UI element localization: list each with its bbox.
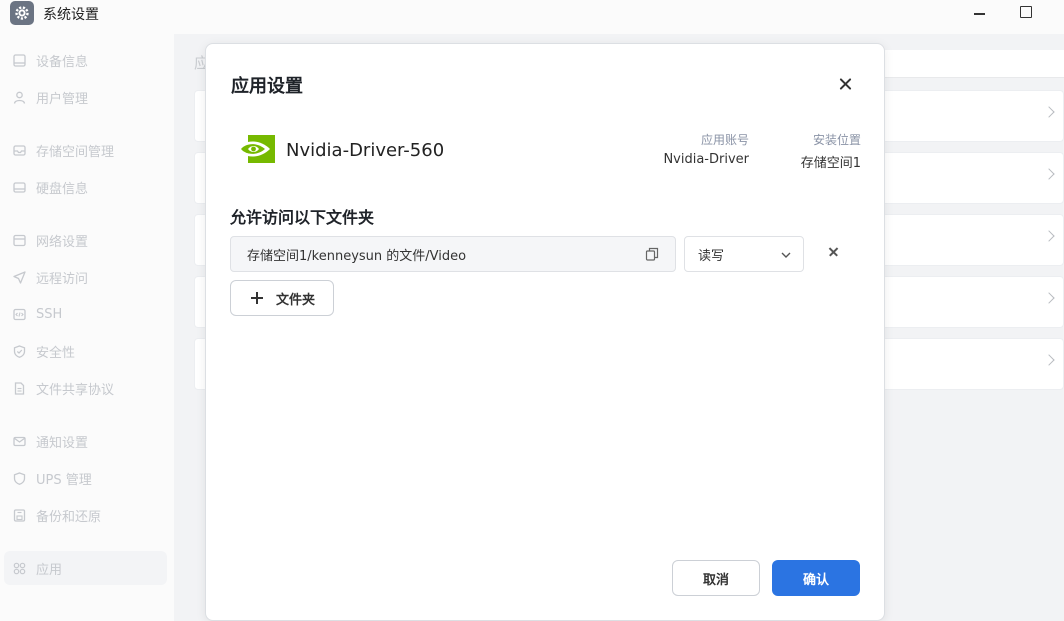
copy-icon[interactable] [645, 247, 659, 261]
folders-section-title: 允许访问以下文件夹 [230, 208, 375, 227]
sidebar-item-label: 设备信息 [36, 54, 89, 70]
cancel-button[interactable]: 取消 [672, 560, 760, 596]
device-info-icon [12, 53, 26, 67]
backup-icon [12, 508, 26, 522]
shield-icon [12, 344, 26, 358]
dialog-title: 应用设置 [231, 76, 303, 97]
sidebar-item-label: 硬盘信息 [36, 181, 89, 197]
confirm-button[interactable]: 确认 [772, 560, 860, 596]
send-icon [12, 270, 26, 284]
location-value: 存储空间1 [800, 156, 861, 171]
sidebar-item-label: 文件共享协议 [36, 382, 115, 398]
sidebar-item-remote-access[interactable]: 远程访问 [4, 260, 167, 294]
permission-select[interactable]: 读写 [684, 236, 804, 272]
location-label: 安装位置 [812, 133, 861, 147]
storage-icon [12, 143, 26, 157]
sidebar-item-security[interactable]: 安全性 [4, 334, 167, 368]
sidebar-item-users[interactable]: 用户管理 [4, 80, 167, 114]
folder-path-field[interactable]: 存储空间1/kenneysun 的文件/Video [230, 236, 676, 272]
sidebar-item-notifications[interactable]: 通知设置 [4, 424, 167, 458]
app-name: Nvidia-Driver-560 [286, 140, 445, 161]
sidebar-item-device-info[interactable]: 设备信息 [4, 43, 167, 77]
nvidia-logo [235, 135, 275, 163]
sidebar-item-label: 备份和还原 [36, 509, 102, 525]
chevron-right-icon [1043, 292, 1055, 304]
sidebar: 设备信息 用户管理 存储空间管理 硬盘信息 网络设置 远程访问 SSH 安全性 … [0, 34, 174, 621]
ups-shield-icon [12, 471, 26, 485]
folder-path-value: 存储空间1/kenneysun 的文件/Video [247, 248, 467, 264]
close-icon[interactable] [836, 74, 856, 94]
sidebar-item-label: 远程访问 [36, 271, 89, 287]
user-icon [12, 90, 26, 104]
sidebar-item-storage[interactable]: 存储空间管理 [4, 133, 167, 167]
sidebar-item-label: 存储空间管理 [36, 144, 115, 160]
sidebar-item-ssh[interactable]: SSH [4, 297, 167, 331]
apps-icon [12, 561, 26, 575]
disk-icon [12, 180, 26, 194]
file-icon [12, 381, 26, 395]
maximize-button[interactable] [1016, 2, 1036, 22]
title-bar: 系统设置 [0, 0, 1064, 34]
chevron-right-icon [1043, 168, 1055, 180]
sidebar-item-ups[interactable]: UPS 管理 [4, 461, 167, 495]
app-settings-dialog: 应用设置 Nvidia-Driver-560 应用账号 Nvidia-Drive… [205, 43, 885, 621]
minimize-button[interactable] [969, 2, 989, 22]
sidebar-item-label: 网络设置 [36, 234, 89, 250]
code-icon [12, 307, 26, 321]
add-folder-label: 文件夹 [276, 292, 316, 308]
sidebar-item-file-sharing[interactable]: 文件共享协议 [4, 371, 167, 405]
sidebar-item-label: UPS 管理 [36, 472, 92, 488]
add-folder-button[interactable]: 文件夹 [230, 280, 334, 316]
account-value: Nvidia-Driver [663, 152, 749, 167]
sidebar-item-apps[interactable]: 应用 [4, 551, 167, 585]
sidebar-item-disk[interactable]: 硬盘信息 [4, 170, 167, 204]
sidebar-item-backup[interactable]: 备份和还原 [4, 498, 167, 532]
sidebar-item-label: 安全性 [36, 345, 76, 361]
sidebar-item-network[interactable]: 网络设置 [4, 223, 167, 257]
permission-value: 读写 [698, 248, 725, 264]
gear-icon [10, 1, 34, 25]
mail-icon [12, 434, 26, 448]
header-strip [878, 50, 1064, 78]
chevron-right-icon [1043, 106, 1055, 118]
chevron-right-icon [1043, 230, 1055, 242]
plus-icon [251, 292, 263, 304]
chevron-right-icon [1043, 354, 1055, 366]
sidebar-item-label: SSH [36, 306, 63, 322]
network-icon [12, 233, 26, 247]
chevron-down-icon [781, 249, 791, 259]
remove-folder-icon[interactable] [826, 244, 842, 260]
window-title: 系统设置 [43, 7, 99, 23]
sidebar-item-label: 用户管理 [36, 91, 89, 107]
account-label: 应用账号 [700, 133, 749, 147]
sidebar-item-label: 通知设置 [36, 435, 89, 451]
sidebar-item-label: 应用 [36, 562, 63, 578]
